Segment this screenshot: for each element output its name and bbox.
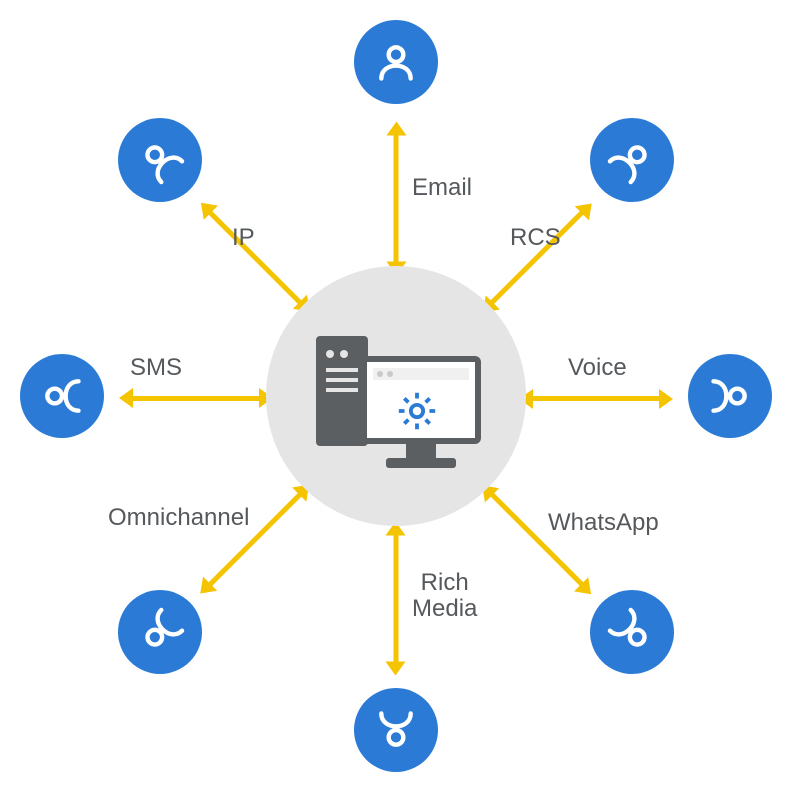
gear-icon	[394, 388, 440, 434]
arrow-email	[394, 134, 399, 264]
node-rich-media	[354, 688, 438, 772]
diagram-stage: Email RCS Voice WhatsApp Rich Media Omni…	[0, 0, 792, 792]
arrow-whatsapp	[489, 492, 584, 587]
label-voice: Voice	[568, 355, 627, 381]
person-icon	[708, 374, 752, 418]
hub-computer	[306, 321, 486, 471]
node-sms	[20, 354, 104, 438]
label-sms: SMS	[130, 355, 182, 381]
arrow-sms	[131, 396, 261, 401]
node-email	[354, 20, 438, 104]
label-omnichannel: Omnichannel	[108, 505, 249, 531]
person-icon	[601, 129, 663, 191]
hub-circle	[266, 266, 526, 526]
person-icon	[40, 374, 84, 418]
node-rcs	[590, 118, 674, 202]
node-omnichannel	[118, 590, 202, 674]
arrow-rich-media	[394, 534, 399, 664]
label-whatsapp: WhatsApp	[548, 510, 659, 536]
person-icon	[601, 601, 663, 663]
label-rcs: RCS	[510, 225, 561, 251]
arrow-voice	[531, 396, 661, 401]
person-icon	[129, 601, 191, 663]
node-voice	[688, 354, 772, 438]
label-email: Email	[412, 175, 472, 201]
label-ip: IP	[232, 225, 255, 251]
node-ip	[118, 118, 202, 202]
node-whatsapp	[590, 590, 674, 674]
arrow-ip	[207, 210, 302, 305]
person-icon	[374, 708, 418, 752]
person-icon	[374, 40, 418, 84]
label-rich-media: Rich Media	[412, 570, 477, 623]
person-icon	[129, 129, 191, 191]
